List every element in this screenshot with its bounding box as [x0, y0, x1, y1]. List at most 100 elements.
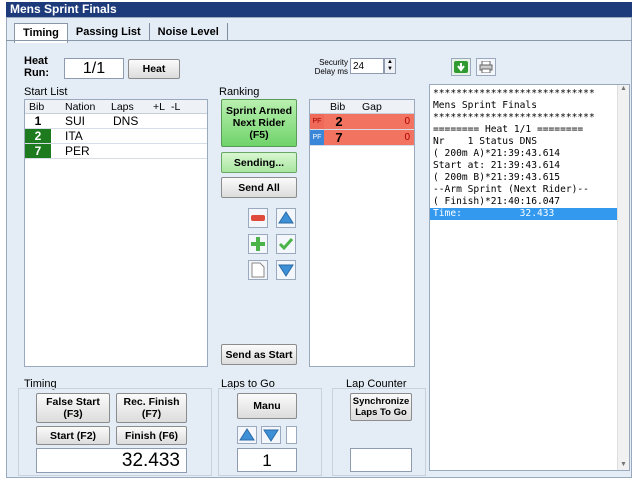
log-line: --Arm Sprint (Next Rider)-- [433, 184, 589, 195]
security-delay-input[interactable]: 24 [350, 58, 384, 74]
start-button[interactable]: Start (F2) [36, 426, 110, 445]
heat-label: Heat [24, 55, 48, 67]
laps-down-icon[interactable] [261, 426, 281, 444]
log-text: **************************** Mens Sprint … [430, 85, 629, 208]
log-line: Mens Sprint Finals [433, 100, 537, 111]
start-list-row[interactable]: 7 PER [25, 144, 207, 159]
log-line: **************************** [433, 112, 595, 123]
ranking-row[interactable]: PF 2 0 [310, 114, 414, 130]
col-bib[interactable]: Bib [25, 100, 51, 113]
col-rank-bib[interactable]: Bib [310, 100, 350, 113]
heat-run-label: Heat Run: [24, 55, 49, 79]
tab-bar: Timing Passing List Noise Level [14, 23, 228, 43]
check-icon[interactable] [276, 234, 296, 254]
row-laps: DNS [113, 114, 139, 128]
move-down-icon[interactable] [276, 260, 296, 280]
heat-button[interactable]: Heat [128, 59, 180, 79]
manu-button[interactable]: Manu [237, 393, 297, 419]
log-selected-line[interactable]: Time: 32.433 [430, 208, 617, 220]
row-bib: 7 [335, 130, 343, 145]
next-rider-label: Next Rider [232, 117, 286, 129]
log-line: ======== Heat 1/1 ======== [433, 124, 584, 135]
run-label: Run: [24, 67, 50, 79]
start-list-header: Bib Nation Laps +L -L [25, 100, 207, 114]
laps-extra-button[interactable] [286, 426, 297, 444]
row-tag: PF [310, 130, 324, 145]
log-line: ( 200m A)*21:39:43.614 [433, 148, 561, 159]
log-line: Nr 1 Status DNS [433, 136, 537, 147]
delay-ms-label: Delay ms [314, 67, 348, 76]
row-nation: PER [65, 144, 90, 158]
row-nation: ITA [65, 129, 83, 143]
ranking-row[interactable]: PF 7 0 [310, 130, 414, 146]
laps-to-go-sync-label: Laps To Go [355, 407, 407, 418]
f5-label: (F5) [249, 129, 269, 141]
row-nation: SUI [65, 114, 86, 128]
security-delay-spinner[interactable]: ▲ ▼ [384, 58, 396, 74]
synchronize-label: Synchronize [352, 396, 410, 407]
sprint-armed-button[interactable]: Sprint Armed Next Rider (F5) [221, 99, 297, 147]
col-plus-laps[interactable]: +L [149, 100, 171, 113]
laps-to-go-value: 1 [237, 448, 297, 472]
timing-display: 32.433 [36, 448, 187, 473]
log-line: **************************** [433, 88, 595, 99]
tab-divider [6, 40, 632, 41]
tab-noise-level[interactable]: Noise Level [149, 23, 228, 41]
log-line: ( 200m B)*21:39:43.615 [433, 172, 561, 183]
start-list-grid: Bib Nation Laps +L -L 1 SUI DNS 2 ITA 7 PER [24, 99, 208, 367]
printer-icon[interactable] [476, 58, 496, 76]
rec-finish-button[interactable]: Rec. Finish (F7) [116, 393, 187, 423]
send-all-button[interactable]: Send All [221, 177, 297, 198]
window-title: Mens Sprint Finals [6, 2, 632, 17]
blank-page-icon[interactable] [248, 260, 268, 280]
laps-up-icon[interactable] [237, 426, 257, 444]
row-bib: 2 [335, 114, 343, 129]
sprint-armed-label: Sprint Armed [225, 105, 293, 117]
row-bib: 2 [25, 129, 51, 143]
add-icon[interactable] [248, 234, 268, 254]
event-log[interactable]: **************************** Mens Sprint … [429, 84, 630, 471]
false-start-label: False Start [46, 396, 100, 408]
sending-button[interactable]: Sending... [221, 152, 297, 173]
col-laps[interactable]: Laps [97, 100, 149, 113]
download-icon[interactable] [451, 58, 471, 76]
lap-counter-field[interactable] [350, 448, 412, 472]
col-gap[interactable]: Gap [350, 100, 400, 113]
spin-down-icon[interactable]: ▼ [385, 66, 395, 73]
row-laps [101, 144, 153, 158]
col-minus-laps[interactable]: -L [171, 100, 193, 113]
row-tag: PF [310, 114, 324, 129]
rec-finish-label: Rec. Finish [123, 396, 180, 408]
spin-up-icon[interactable]: ▲ [385, 59, 395, 66]
row-gap: 0 [404, 116, 410, 127]
scroll-down-icon[interactable]: ▼ [618, 461, 629, 468]
finish-button[interactable]: Finish (F6) [116, 426, 187, 445]
security-delay-label: Security Delay ms [314, 58, 348, 76]
start-list-title: Start List [24, 86, 68, 98]
move-up-icon[interactable] [276, 208, 296, 228]
f7-label: (F7) [141, 408, 162, 420]
synchronize-laps-button[interactable]: Synchronize Laps To Go [350, 393, 412, 421]
tab-passing-list[interactable]: Passing List [67, 23, 150, 41]
row-bib: 7 [25, 144, 51, 158]
row-bib: 1 [25, 114, 51, 128]
remove-icon[interactable] [248, 208, 268, 228]
row-laps [101, 129, 153, 143]
scroll-up-icon[interactable]: ▲ [618, 85, 629, 92]
ranking-grid: Bib Gap PF 2 0 PF 7 0 [309, 99, 415, 367]
log-line: Start at: 21:39:43.614 [433, 160, 561, 171]
start-list-row[interactable]: 1 SUI DNS [25, 114, 207, 129]
row-gap: 0 [404, 132, 410, 143]
ranking-title: Ranking [219, 86, 260, 98]
false-start-button[interactable]: False Start (F3) [36, 393, 110, 423]
heat-run-value[interactable]: 1/1 [64, 58, 124, 79]
log-line: ( Finish)*21:40:16.047 [433, 196, 561, 207]
ranking-header: Bib Gap [310, 100, 414, 114]
log-scrollbar[interactable]: ▲ ▼ [617, 85, 629, 470]
send-as-start-button[interactable]: Send as Start [221, 344, 297, 365]
f3-label: (F3) [63, 408, 83, 420]
security-label: Security [319, 58, 348, 67]
col-nation[interactable]: Nation [51, 100, 97, 113]
start-list-row[interactable]: 2 ITA [25, 129, 207, 144]
start-list-rows: 1 SUI DNS 2 ITA 7 PER [25, 114, 207, 159]
